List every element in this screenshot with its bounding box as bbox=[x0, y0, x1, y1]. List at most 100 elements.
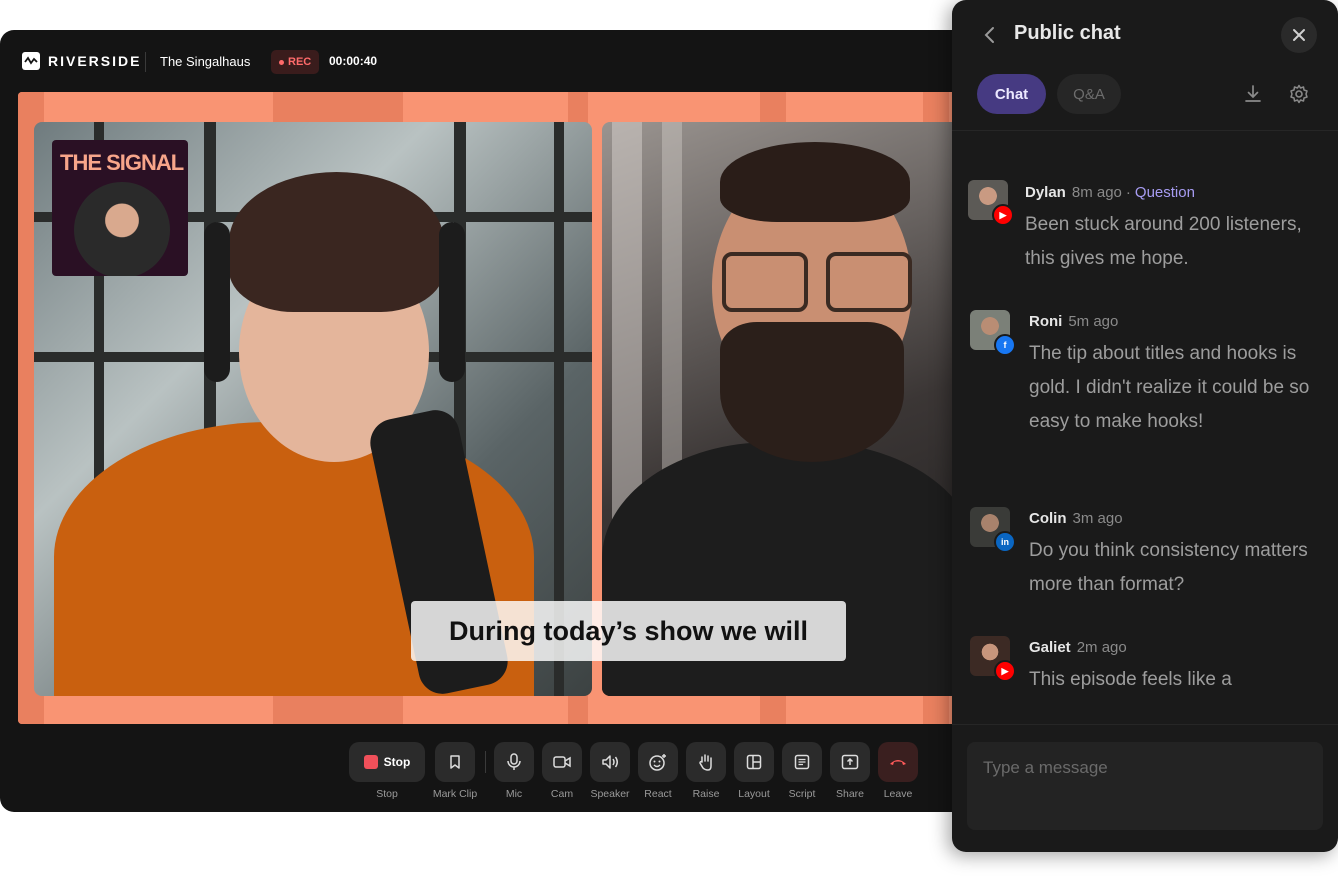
close-icon bbox=[1293, 29, 1305, 41]
download-icon[interactable] bbox=[1243, 84, 1263, 104]
stop-button[interactable]: Stop bbox=[349, 742, 425, 782]
avatar: ▶ bbox=[970, 636, 1016, 682]
glasses-right bbox=[826, 252, 912, 312]
mark-clip-control[interactable]: Mark Clip bbox=[433, 742, 477, 812]
script-control[interactable]: Script bbox=[782, 742, 822, 812]
script-button[interactable] bbox=[782, 742, 822, 782]
layout-control[interactable]: Layout bbox=[734, 742, 774, 812]
mic-button[interactable] bbox=[494, 742, 534, 782]
message-author: Colin bbox=[1029, 510, 1067, 527]
hand-icon bbox=[699, 754, 712, 771]
rec-label: REC bbox=[288, 56, 312, 68]
message-text: This episode feels like a bbox=[1029, 669, 1232, 690]
mic-control[interactable]: Mic bbox=[494, 742, 534, 812]
podcast-cover-title: THE SIGNAL bbox=[60, 150, 184, 175]
mic-icon bbox=[507, 753, 521, 770]
control-bar: Stop Stop Mark Clip Mic Cam Speaker Reac… bbox=[349, 742, 918, 812]
tab-chat[interactable]: Chat bbox=[977, 74, 1046, 114]
chat-header-divider bbox=[952, 130, 1338, 131]
react-button[interactable] bbox=[638, 742, 678, 782]
react-control[interactable]: React bbox=[638, 742, 678, 812]
message-header: Galiet 2m ago bbox=[1029, 639, 1127, 656]
speaker-icon bbox=[602, 755, 618, 769]
stop-button-text: Stop bbox=[383, 755, 411, 769]
speaker-control[interactable]: Speaker bbox=[590, 742, 630, 812]
settings-gear-icon[interactable] bbox=[1289, 84, 1309, 104]
message-header: Colin 3m ago bbox=[1029, 510, 1123, 527]
message-text: Do you think consistency matters more th… bbox=[1029, 540, 1308, 595]
share-button[interactable] bbox=[830, 742, 870, 782]
raise-label: Raise bbox=[692, 788, 720, 800]
control-separator bbox=[485, 751, 486, 773]
share-screen-icon bbox=[841, 754, 859, 770]
camera-icon bbox=[553, 756, 571, 768]
leave-button[interactable] bbox=[878, 742, 918, 782]
speaker-label: Speaker bbox=[590, 788, 630, 800]
riverside-logo: RIVERSIDE bbox=[22, 52, 141, 70]
studio-window: RIVERSIDE The Singalhaus REC 00:00:40 TH… bbox=[0, 30, 1000, 812]
question-tag: Question bbox=[1134, 184, 1195, 201]
headphones-right bbox=[439, 222, 465, 382]
raise-control[interactable]: Raise bbox=[686, 742, 726, 812]
message-time: 8m ago bbox=[1071, 184, 1122, 201]
podcast-cover-overlay[interactable]: THE SIGNAL bbox=[52, 140, 188, 276]
close-chat-button[interactable] bbox=[1281, 17, 1317, 53]
message-author: Roni bbox=[1029, 313, 1063, 330]
stop-icon bbox=[363, 755, 378, 769]
avatar: f bbox=[970, 310, 1016, 356]
mark-clip-button[interactable] bbox=[435, 742, 475, 782]
message-author: Dylan bbox=[1025, 184, 1066, 201]
recording-timer: 00:00:40 bbox=[329, 54, 378, 68]
phone-hangup-icon bbox=[890, 760, 906, 765]
share-control[interactable]: Share bbox=[830, 742, 870, 812]
headphones-left bbox=[204, 222, 230, 382]
chat-input-divider bbox=[952, 724, 1338, 725]
top-bar: RIVERSIDE The Singalhaus REC 00:00:40 bbox=[0, 30, 1000, 92]
leave-label: Leave bbox=[883, 788, 913, 800]
person-hair bbox=[229, 172, 444, 312]
back-chevron-icon[interactable] bbox=[983, 26, 997, 44]
chat-title: Public chat bbox=[1014, 22, 1121, 44]
script-icon bbox=[794, 754, 810, 770]
react-label: React bbox=[644, 788, 672, 800]
speaker-button[interactable] bbox=[590, 742, 630, 782]
cam-label: Cam bbox=[550, 788, 574, 800]
facebook-icon: f bbox=[994, 334, 1016, 356]
message-text: The tip about titles and hooks is gold. … bbox=[1029, 343, 1310, 432]
glasses-left bbox=[722, 252, 808, 312]
message-header: Roni 5m ago bbox=[1029, 313, 1118, 330]
youtube-icon: ▶ bbox=[992, 204, 1014, 226]
stop-label: Stop bbox=[376, 788, 398, 800]
layout-button[interactable] bbox=[734, 742, 774, 782]
share-label: Share bbox=[835, 788, 865, 800]
leave-control[interactable]: Leave bbox=[878, 742, 918, 812]
message-time: 2m ago bbox=[1076, 639, 1127, 656]
header-divider bbox=[145, 52, 146, 72]
bookmark-icon bbox=[450, 755, 460, 769]
rec-badge: REC bbox=[271, 50, 320, 74]
cam-control[interactable]: Cam bbox=[542, 742, 582, 812]
cam-button[interactable] bbox=[542, 742, 582, 782]
live-caption: During today’s show we will bbox=[411, 601, 846, 661]
person-beard bbox=[720, 322, 904, 462]
separator-dot: · bbox=[1125, 184, 1131, 201]
person-hair bbox=[720, 142, 910, 222]
avatar: in bbox=[970, 507, 1016, 553]
podcast-cover-photo bbox=[74, 182, 170, 276]
linkedin-icon: in bbox=[994, 531, 1016, 553]
stop-control[interactable]: Stop Stop bbox=[349, 742, 425, 812]
message-input[interactable] bbox=[967, 742, 1323, 830]
tab-qa[interactable]: Q&A bbox=[1057, 74, 1121, 114]
message-header: Dylan 8m ago · Question bbox=[1025, 184, 1195, 201]
layout-icon bbox=[746, 754, 762, 770]
message-time: 5m ago bbox=[1068, 313, 1119, 330]
studio-name[interactable]: The Singalhaus bbox=[160, 54, 250, 69]
message-author: Galiet bbox=[1029, 639, 1071, 656]
logo-mark-icon bbox=[22, 52, 40, 70]
youtube-icon: ▶ bbox=[994, 660, 1016, 682]
emoji-icon bbox=[649, 754, 666, 771]
message-time: 3m ago bbox=[1072, 510, 1123, 527]
script-label: Script bbox=[788, 788, 816, 800]
rec-dot-icon bbox=[279, 59, 284, 65]
raise-hand-button[interactable] bbox=[686, 742, 726, 782]
